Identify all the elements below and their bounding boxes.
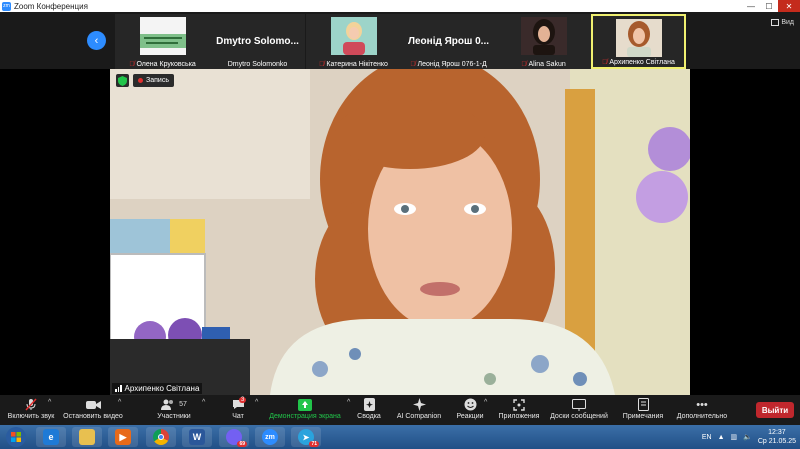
- share-screen-button[interactable]: Демонстрация экрана: [267, 397, 343, 420]
- taskbar-ie[interactable]: e: [36, 427, 66, 447]
- system-tray: EN ▲ ▥ 🔈 12:37 Ср 21.05.25: [702, 425, 800, 449]
- apps-icon: [513, 397, 525, 412]
- participant-tile-active[interactable]: 🎙̸ Архипенко Світлана: [591, 14, 686, 69]
- start-button[interactable]: [1, 426, 31, 448]
- shared-slide-thumbnail: [139, 17, 186, 55]
- taskbar-word[interactable]: W: [182, 427, 212, 447]
- participants-icon: 57: [161, 397, 187, 412]
- clock[interactable]: 12:37 Ср 21.05.25: [758, 428, 796, 446]
- notes-icon: [637, 397, 649, 412]
- stop-video-button[interactable]: Остановить видео: [60, 397, 126, 420]
- taskbar-explorer[interactable]: [72, 427, 102, 447]
- video-options-caret[interactable]: ^: [118, 399, 121, 406]
- participant-tile[interactable]: 🎙̸ Катерина Нікітенко: [306, 14, 401, 69]
- folder-icon: [79, 429, 95, 445]
- participant-video-thumbnail: [520, 17, 567, 55]
- window-controls: — ☐ ✕: [742, 0, 800, 12]
- participant-video-thumbnail: [330, 17, 377, 55]
- mic-muted-icon: 🎙̸: [319, 61, 325, 68]
- zoom-app-icon: zm: [2, 1, 11, 11]
- participant-tile[interactable]: Леонід Ярош 0... 🎙̸ Леонід Ярош 076-1-Д: [401, 14, 496, 69]
- audio-options-caret[interactable]: ^: [48, 399, 51, 406]
- ai-companion-button[interactable]: AI Companion: [395, 397, 443, 420]
- whiteboard-icon: [572, 397, 586, 412]
- tile-name-placeholder: Dmytro Solomo...: [216, 36, 299, 47]
- tile-label: 🎙̸ Леонід Ярош 076-1-Д: [410, 61, 487, 68]
- reactions-options-caret[interactable]: ^: [484, 399, 487, 406]
- summary-icon: [363, 397, 375, 412]
- taskbar-media-player[interactable]: ▶: [108, 427, 138, 447]
- reactions-icon: [464, 397, 477, 412]
- notes-button[interactable]: Примечания: [620, 397, 666, 420]
- chat-options-caret[interactable]: ^: [255, 399, 258, 406]
- windows-taskbar: e ▶ W 69 zm ➤ 71 EN ▲ ▥ 🔈 12:37 Ср 21.05.…: [0, 425, 800, 449]
- participant-video-thumbnail: [615, 19, 662, 57]
- participant-strip: ‹ 🎙̸ Олена Круковська Dmytro Solomo... Dm…: [0, 12, 800, 69]
- taskbar-telegram[interactable]: ➤ 71: [291, 427, 321, 447]
- apps-button[interactable]: Приложения: [498, 397, 540, 420]
- language-indicator[interactable]: EN: [702, 434, 712, 441]
- taskbar-zoom[interactable]: zm: [255, 427, 285, 447]
- volume-icon[interactable]: 🔈: [743, 433, 752, 441]
- summary-button[interactable]: Сводка: [355, 397, 383, 420]
- chat-button[interactable]: 3 Чат: [227, 397, 249, 420]
- participants-options-caret[interactable]: ^: [202, 399, 205, 406]
- participant-tile[interactable]: 🎙̸ Alina Sakun: [496, 14, 591, 69]
- video-icon: [85, 397, 101, 412]
- shield-icon[interactable]: [116, 74, 129, 87]
- mic-off-icon: [25, 397, 37, 412]
- tile-label: 🎙̸ Олена Круковська: [129, 61, 196, 68]
- view-button[interactable]: Вид: [771, 19, 794, 26]
- main-speaker-video: Запись Архипенко Світлана: [110, 69, 690, 395]
- internet-explorer-icon: e: [43, 429, 59, 445]
- tile-label: 🎙̸ Архипенко Світлана: [602, 59, 675, 66]
- taskbar-viber[interactable]: 69: [219, 427, 249, 447]
- network-icon[interactable]: ▥: [731, 433, 738, 441]
- tile-label: Dmytro Solomonko: [227, 61, 288, 68]
- more-icon: •••: [696, 398, 708, 411]
- speaker-video-frame: [110, 69, 690, 395]
- leave-meeting-button[interactable]: Выйти: [756, 402, 794, 418]
- participants-button[interactable]: 57 Участники: [152, 397, 196, 420]
- grid-view-icon: [771, 19, 780, 26]
- minimize-button[interactable]: —: [742, 0, 760, 12]
- window-title: Zoom Конференция: [14, 1, 88, 11]
- mic-muted-icon: 🎙̸: [602, 59, 608, 66]
- close-button[interactable]: ✕: [778, 0, 800, 12]
- recording-indicator: Запись: [116, 74, 174, 87]
- share-screen-icon: [298, 397, 312, 412]
- chevron-left-icon[interactable]: ‹: [87, 31, 106, 50]
- media-player-icon: ▶: [115, 429, 131, 445]
- meeting-toolbar: Включить звук ^ Остановить видео ^ 57 Уч…: [0, 395, 800, 425]
- participant-tile[interactable]: Dmytro Solomo... Dmytro Solomonko: [210, 14, 305, 69]
- chrome-icon: [153, 429, 169, 445]
- mic-muted-icon: 🎙̸: [521, 61, 527, 68]
- word-icon: W: [189, 429, 205, 445]
- reactions-button[interactable]: Реакции: [455, 397, 485, 420]
- speaker-name-label: Архипенко Світлана: [112, 383, 203, 394]
- title-bar: zm Zoom Конференция — ☐ ✕: [0, 0, 800, 12]
- chat-unread-badge: 3: [239, 397, 247, 403]
- participant-tile[interactable]: 🎙̸ Олена Круковська: [115, 14, 210, 69]
- participant-count: 57: [179, 401, 187, 408]
- tile-label: 🎙̸ Alina Sakun: [521, 61, 566, 68]
- mic-muted-icon: 🎙̸: [410, 61, 416, 68]
- ai-companion-icon: [412, 397, 426, 412]
- tile-name-placeholder: Леонід Ярош 0...: [407, 36, 490, 47]
- tray-overflow-icon[interactable]: ▲: [718, 434, 725, 441]
- signal-bars-icon: [115, 385, 122, 392]
- share-options-caret[interactable]: ^: [347, 399, 350, 406]
- mic-muted-icon: 🎙̸: [129, 61, 135, 68]
- whiteboards-button[interactable]: Доски сообщений: [548, 397, 610, 420]
- zoom-icon: zm: [262, 429, 278, 445]
- windows-logo-icon: [6, 427, 26, 447]
- more-button[interactable]: ••• Дополнительно: [674, 397, 730, 421]
- taskbar-chrome[interactable]: [146, 427, 176, 447]
- record-dot-icon: [138, 78, 143, 83]
- tile-label: 🎙̸ Катерина Нікітенко: [319, 61, 388, 68]
- record-badge[interactable]: Запись: [133, 74, 174, 87]
- maximize-button[interactable]: ☐: [760, 0, 778, 12]
